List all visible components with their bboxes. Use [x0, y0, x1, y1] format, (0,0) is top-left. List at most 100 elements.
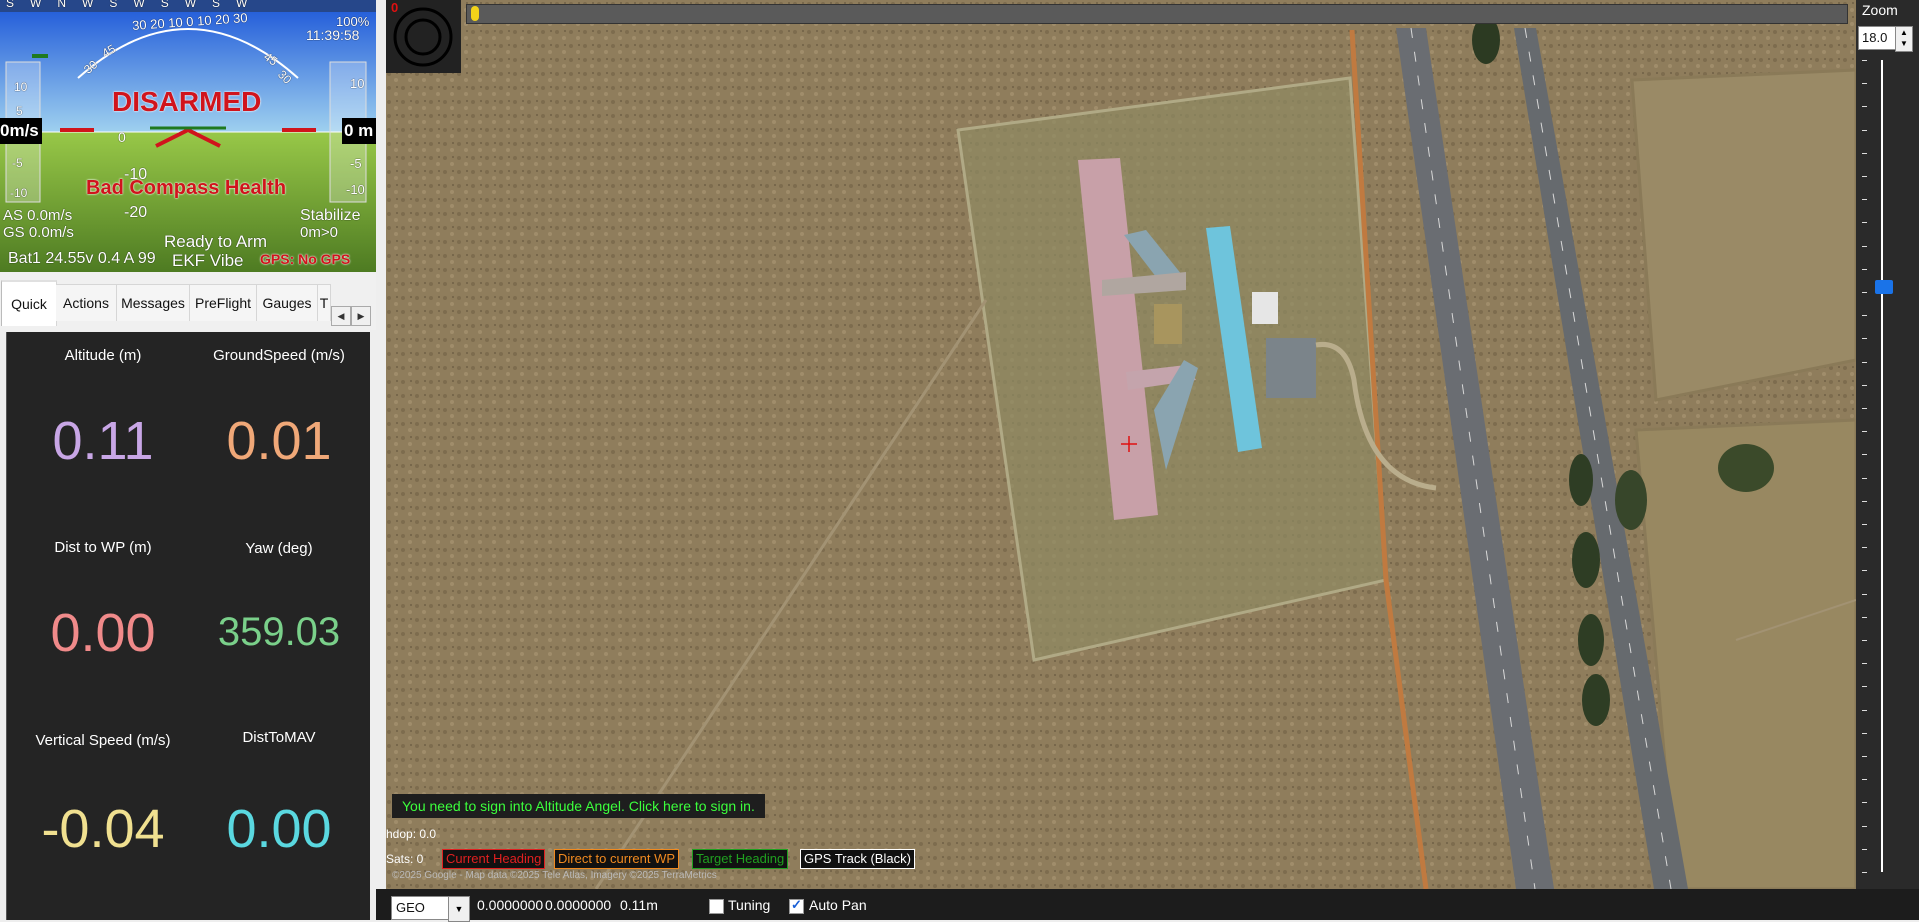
quick-value-yaw[interactable]: 359.03 — [189, 610, 369, 655]
zoom-tick — [1862, 663, 1867, 665]
hud-pitch-left-label: 5 — [16, 104, 23, 118]
hud-airspeed: AS 0.0m/s — [3, 207, 73, 224]
coord-system-select[interactable]: GEO — [391, 896, 453, 920]
map-compass-ring: 0 — [386, 0, 461, 73]
zoom-tick — [1862, 756, 1867, 757]
hud-battery: Bat1 24.55v 0.4 A 99 — [8, 250, 156, 267]
map-view[interactable] — [386, 0, 1856, 889]
map-sats: Sats: 0 — [386, 852, 424, 866]
quick-panel: Altitude (m) GroundSpeed (m/s) 0.11 0.01… — [6, 332, 370, 920]
zoom-tick — [1862, 384, 1867, 386]
status-lat: 0.0000000 — [477, 897, 544, 913]
tab-gauges[interactable]: Gauges — [257, 284, 318, 321]
zoom-tick — [1862, 268, 1867, 270]
map-ring-label: 0 — [391, 0, 399, 15]
zoom-tick — [1862, 83, 1867, 85]
quick-label-yaw: Yaw (deg) — [245, 540, 313, 557]
zoom-slider-thumb[interactable] — [1875, 280, 1893, 295]
zoom-tick — [1862, 802, 1867, 804]
hud-heading-tick: SW — [6, 0, 58, 10]
zoom-tick — [1862, 176, 1867, 177]
tuning-label: Tuning — [728, 897, 771, 913]
tab-scroll-right-icon[interactable]: ▶ — [351, 306, 371, 326]
map-copyright: ©2025 Google - Map data ©2025 Tele Atlas… — [392, 870, 717, 881]
zoom-tick — [1862, 640, 1867, 641]
hud-compass-warning: Bad Compass Health — [86, 177, 287, 199]
hud-pitch-center-label: 0 — [118, 129, 126, 145]
zoom-tick — [1862, 315, 1867, 317]
map-hdop: hdop: 0.0 — [386, 827, 437, 841]
zoom-tick — [1862, 872, 1867, 873]
hud-ekf-vibe: EKF Vibe — [172, 251, 244, 270]
zoom-tick — [1862, 593, 1867, 595]
hud-pitch-left-label: -5 — [12, 156, 23, 170]
hud-clock: 11:39:58 — [306, 27, 360, 43]
zoom-tick — [1862, 825, 1867, 827]
hud-pitch-right-label: 10 — [350, 76, 365, 91]
zoom-title: Zoom — [1862, 2, 1898, 18]
hud-display[interactable]: SWNWSWSWSW 30 20 10 0 10 20 30 30 45 45 … — [0, 0, 376, 272]
hud-heading-tick: SW — [109, 0, 161, 10]
zoom-tick — [1862, 222, 1867, 224]
zoom-tick — [1862, 292, 1867, 293]
hud-dist-home: 0m>0 — [300, 224, 338, 241]
tab-quick[interactable]: Quick — [1, 280, 57, 326]
zoom-tick — [1862, 732, 1867, 734]
hud-gps-status: GPS: No GPS — [260, 251, 351, 267]
hud-pitch-right-label: -10 — [346, 182, 365, 197]
zoom-down-icon[interactable]: ▼ — [1896, 38, 1912, 49]
zoom-tick — [1862, 129, 1867, 131]
tab-scroll-left-icon[interactable]: ◀ — [331, 306, 351, 326]
tab-preflight[interactable]: PreFlight — [190, 284, 257, 321]
zoom-tick — [1862, 106, 1867, 108]
zoom-tick — [1862, 338, 1867, 340]
hud-disarmed: DISARMED — [112, 86, 262, 117]
autopan-label: Auto Pan — [809, 897, 867, 913]
legend-target-heading: Target Heading — [692, 849, 789, 869]
quick-value-dist-to-mav[interactable]: 0.00 — [189, 798, 369, 860]
zoom-tick — [1862, 616, 1867, 618]
legend-gps-track: GPS Track (Black) — [800, 849, 915, 869]
hud-airspeed-box: 0m/s — [0, 121, 39, 140]
zoom-tick — [1862, 500, 1867, 502]
quick-label-dist-to-wp: Dist to WP (m) — [54, 539, 152, 556]
hud-altitude-box: 0 m — [344, 121, 374, 140]
zoom-up-icon[interactable]: ▲ — [1896, 27, 1912, 38]
quick-value-groundspeed[interactable]: 0.01 — [189, 410, 369, 472]
legend-direct-to-wp: Direct to current WP — [554, 849, 680, 869]
tuning-checkbox[interactable] — [709, 899, 724, 914]
zoom-tick — [1862, 524, 1867, 525]
zoom-spinner[interactable]: ▲ ▼ — [1895, 26, 1913, 52]
satellite-imagery — [386, 0, 1856, 889]
zoom-tick — [1862, 547, 1867, 549]
quick-value-vertical-speed[interactable]: -0.04 — [13, 798, 193, 860]
tab-actions[interactable]: Actions — [56, 284, 117, 321]
hud-pitch-center-label: -20 — [124, 204, 148, 221]
status-alt: 0.11m — [620, 897, 658, 913]
hud-groundspeed: GS 0.0m/s — [3, 224, 74, 241]
map-progress-knob[interactable] — [471, 6, 479, 21]
tab-more[interactable]: T — [318, 284, 331, 321]
altitude-angel-signin-link[interactable]: You need to sign into Altitude Angel. Cl… — [392, 794, 765, 818]
tab-bar: Quick Actions Messages PreFlight Gauges … — [0, 272, 376, 330]
zoom-tick — [1862, 361, 1867, 363]
quick-label-vertical-speed: Vertical Speed (m/s) — [35, 732, 171, 749]
map-progress-bar[interactable] — [466, 4, 1848, 24]
legend-current-heading: Current Heading — [442, 849, 546, 869]
hud-heading-labels: SWNWSWSWSW — [6, 0, 263, 10]
quick-label-altitude: Altitude (m) — [64, 347, 142, 364]
zoom-tick — [1862, 779, 1867, 781]
tab-messages[interactable]: Messages — [117, 284, 190, 321]
autopan-checkbox[interactable] — [789, 897, 804, 914]
chevron-down-icon[interactable]: ▼ — [448, 896, 470, 922]
zoom-tick — [1862, 454, 1867, 456]
hud-pitch-left-label: 10 — [14, 80, 28, 94]
quick-value-altitude[interactable]: 0.11 — [13, 410, 193, 472]
zoom-slider-track[interactable] — [1881, 60, 1883, 872]
zoom-tick — [1862, 848, 1867, 850]
zoom-tick — [1862, 199, 1867, 201]
zoom-tick — [1862, 431, 1867, 433]
zoom-tick — [1862, 152, 1867, 154]
zoom-tick — [1862, 60, 1867, 61]
quick-value-dist-to-wp[interactable]: 0.00 — [13, 602, 193, 664]
